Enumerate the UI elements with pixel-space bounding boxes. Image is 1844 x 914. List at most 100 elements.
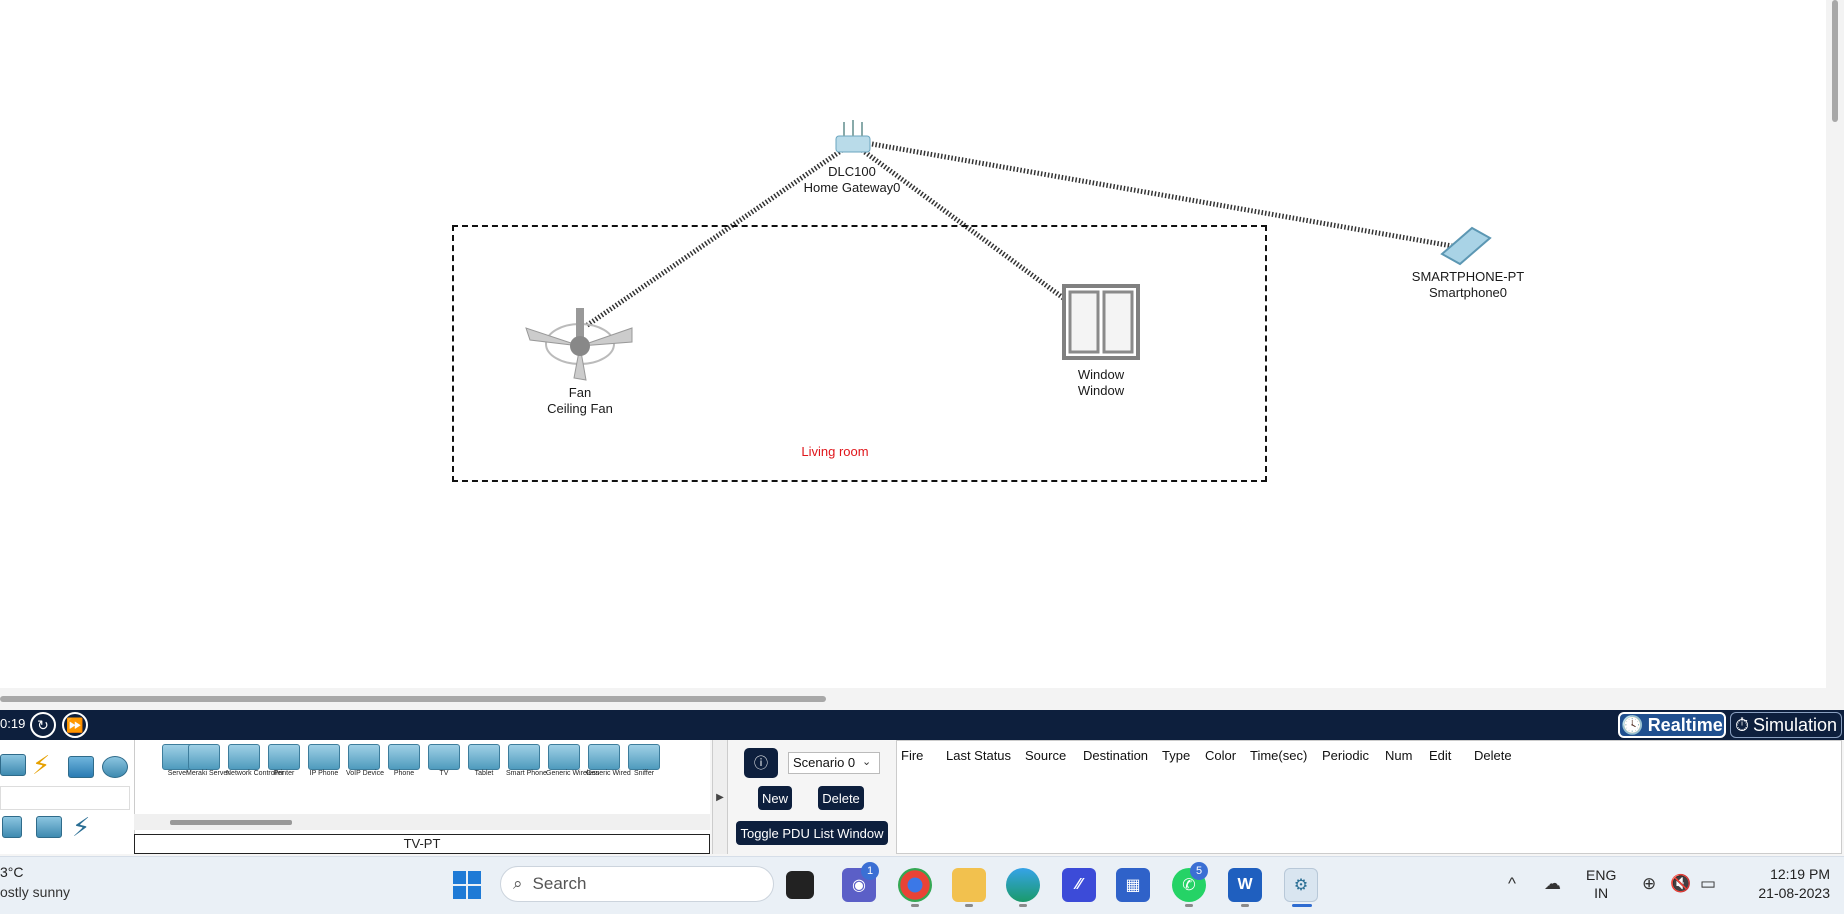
clock-time: 12:19 PM (1770, 866, 1830, 882)
chrome-icon[interactable] (898, 868, 932, 902)
header-last-status[interactable]: Last Status (946, 748, 1011, 763)
device-tile-network-controller[interactable]: Network Controller (226, 744, 284, 778)
volume-muted-icon[interactable]: 🔇 (1670, 874, 1691, 894)
device-tile-sniffer[interactable]: Sniffer (626, 744, 662, 778)
chevron-up-icon[interactable]: ^ (1508, 874, 1516, 894)
dev-app-icon[interactable]: ⁄⁄ (1062, 868, 1096, 902)
device-tile-meraki-server[interactable]: Meraki Server (186, 744, 230, 778)
delete-scenario-button[interactable]: Delete (818, 786, 864, 810)
cloud-icon[interactable] (102, 756, 128, 778)
device-tile-smart-phone[interactable]: Smart Phone (506, 744, 547, 778)
search-icon: ⌕ (513, 874, 523, 893)
ceiling-fan-icon[interactable] (520, 306, 640, 386)
running-indicator (965, 904, 973, 907)
category-search[interactable] (0, 786, 130, 810)
cluster-label: Living room (801, 444, 869, 459)
collapse-arrow-icon[interactable]: ▶ (712, 740, 728, 854)
tile-label: IP Phone (309, 770, 339, 777)
device-tile-voip-device[interactable]: VoIP Device (346, 744, 385, 778)
active-indicator (1292, 904, 1312, 907)
device-name: Home Gateway0 (803, 180, 901, 195)
edge-icon[interactable] (1006, 868, 1040, 902)
header-time[interactable]: Time(sec) (1250, 748, 1307, 763)
device-model: SMARTPHONE-PT (1411, 269, 1525, 284)
vertical-scroll-thumb[interactable] (1832, 0, 1838, 122)
header-edit[interactable]: Edit (1429, 748, 1451, 763)
taskbar-search[interactable]: ⌕ Search (500, 866, 774, 902)
tile-label: Generic Wired (586, 770, 631, 777)
microsoft-store-icon[interactable]: ▦ (1116, 868, 1150, 902)
header-num[interactable]: Num (1385, 748, 1412, 763)
tile-label: Tablet (474, 770, 494, 777)
onedrive-icon[interactable]: ☁ (1544, 874, 1561, 894)
tile-label: TV (439, 770, 449, 777)
language-indicator[interactable]: ENG IN (1586, 866, 1616, 902)
new-scenario-button[interactable]: New (758, 786, 792, 810)
tile-label: VoIP Device (346, 770, 385, 777)
battery-icon[interactable]: ▭ (1700, 874, 1716, 894)
network-icon[interactable]: ⊕ (1642, 874, 1656, 894)
tile-label: Generic Wireless (546, 770, 600, 777)
ceiling-fan-label: Fan Ceiling Fan (520, 385, 640, 417)
folder-icon[interactable] (68, 756, 94, 778)
device-tile-tv[interactable]: TV (426, 744, 462, 778)
scrollbar-corner (1826, 688, 1844, 710)
device-model: DLC100 (828, 164, 876, 179)
power-cycle-button[interactable]: ↻ (30, 712, 56, 738)
realtime-toolbar (0, 710, 1844, 740)
device-tile-generic-wired[interactable]: Generic Wired (586, 744, 631, 778)
device-tile-printer[interactable]: Printer (266, 744, 302, 778)
device-tile-phone[interactable]: Phone (386, 744, 422, 778)
taskbar-clock[interactable]: 12:19 PM 21-08-2023 (1730, 865, 1830, 903)
simulation-mode-button[interactable]: ⏱ Simulation (1730, 712, 1842, 738)
home-gateway-label: DLC100 Home Gateway0 (792, 164, 912, 196)
device-list-scroll-thumb[interactable] (170, 820, 292, 825)
device-tile-tablet[interactable]: Tablet (466, 744, 502, 778)
tile-label: Meraki Server (186, 770, 230, 777)
header-source[interactable]: Source (1025, 748, 1066, 763)
info-icon: ⓘ (754, 755, 768, 771)
running-indicator (1185, 904, 1193, 907)
search-placeholder: Search (532, 874, 587, 893)
header-periodic[interactable]: Periodic (1322, 748, 1369, 763)
task-view-icon[interactable] (786, 871, 814, 899)
smartphone-label: SMARTPHONE-PT Smartphone0 (1398, 269, 1538, 301)
running-indicator (1019, 904, 1027, 907)
multiuser-icon[interactable] (36, 816, 62, 838)
header-delete[interactable]: Delete (1474, 748, 1512, 763)
header-type[interactable]: Type (1162, 748, 1190, 763)
fast-forward-button[interactable]: ⏩ (62, 712, 88, 738)
packet-tracer-icon[interactable]: ⚙ (1284, 868, 1318, 902)
weather-description[interactable]: ostly sunny (0, 884, 70, 900)
header-fire[interactable]: Fire (901, 748, 923, 763)
device-name: Window (1077, 383, 1125, 398)
connections-icon[interactable]: ⚡ (32, 750, 50, 781)
teams-badge: 1 (861, 862, 879, 880)
realtime-mode-button[interactable]: 🕓 Realtime (1618, 712, 1726, 738)
tile-label: Smart Phone (506, 770, 547, 777)
weather-temperature[interactable]: 3°C (0, 864, 24, 880)
start-button[interactable] (452, 870, 482, 900)
header-destination[interactable]: Destination (1083, 748, 1148, 763)
device-model: Fan (568, 385, 592, 400)
toggle-pdu-list-button[interactable]: Toggle PDU List Window (736, 821, 888, 845)
window-icon[interactable] (1062, 284, 1140, 360)
selected-device-name: TV-PT (134, 834, 710, 854)
file-explorer-icon[interactable] (952, 868, 986, 902)
device-model: Window (1077, 367, 1125, 382)
device-tile-ip-phone[interactable]: IP Phone (306, 744, 342, 778)
components-icon[interactable] (2, 816, 22, 838)
word-icon[interactable]: W (1228, 868, 1262, 902)
clock-date: 21-08-2023 (1758, 885, 1830, 901)
network-devices-icon[interactable] (0, 754, 26, 776)
running-indicator (911, 904, 919, 907)
clock-icon: 🕓 (1621, 714, 1644, 735)
home-gateway-icon[interactable] (832, 118, 874, 160)
elapsed-time: 0:19 (0, 716, 26, 731)
header-color[interactable]: Color (1205, 748, 1236, 763)
device-tile-generic-wireless[interactable]: Generic Wireless (546, 744, 600, 778)
power-grid-icon[interactable]: ⚡ (72, 812, 90, 843)
horizontal-scroll-thumb[interactable] (0, 696, 826, 702)
scenario-info-button[interactable]: ⓘ (744, 748, 778, 778)
smartphone-icon[interactable] (1438, 224, 1498, 268)
